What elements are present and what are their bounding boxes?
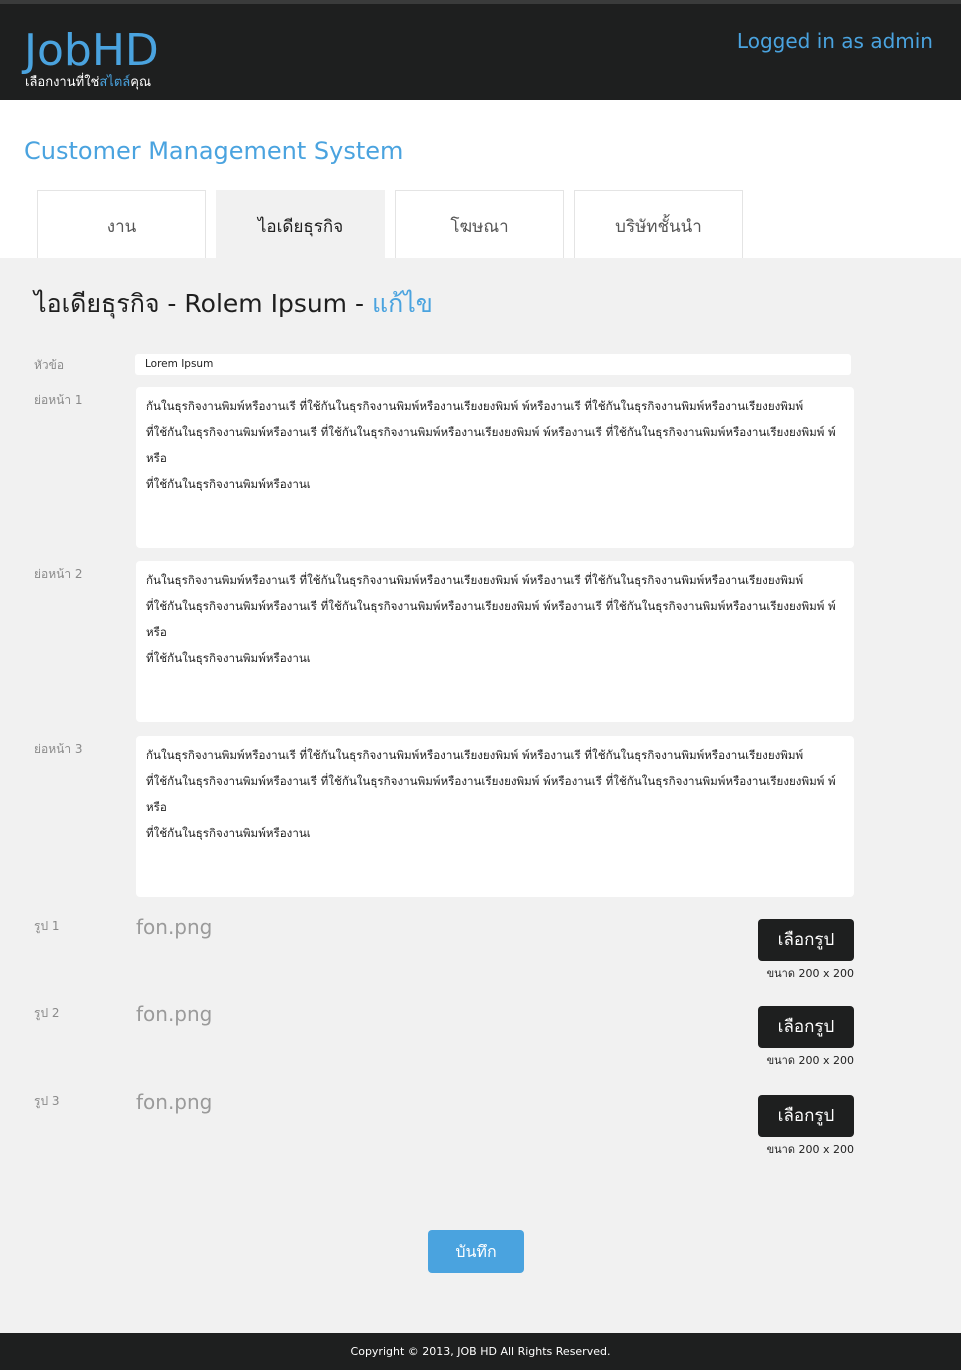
edit-label: แก้ไข [371, 289, 433, 318]
tab-business-ideas[interactable]: ไอเดียธุรกิจ [216, 190, 385, 259]
image-3-filename: fon.png [136, 1090, 213, 1114]
save-button[interactable]: บันทึก [428, 1230, 524, 1273]
title-input[interactable] [135, 354, 851, 375]
image-1-filename: fon.png [136, 915, 213, 939]
system-title: Customer Management System [24, 137, 404, 165]
paragraph-3-label: ย่อหน้า 3 [34, 742, 83, 756]
text-line: ที่ใช้กันในธุรกิจงานพิมพ์หรืองานเ [146, 826, 311, 840]
text-line: กันในธุรกิจงานพิมพ์หรืองานเรี ที่ใช้กันใ… [146, 399, 804, 413]
page-title: ไอเดียธุรกิจ - Rolem Ipsum - แก้ไข [34, 286, 433, 322]
paragraph-1-label: ย่อหน้า 1 [34, 393, 83, 407]
paragraph-2-label: ย่อหน้า 2 [34, 567, 83, 581]
image-2-size-note: ขนาด 200 x 200 [766, 1054, 854, 1067]
paragraph-1-textarea[interactable]: กันในธุรกิจงานพิมพ์หรืองานเรี ที่ใช้กันใ… [136, 387, 854, 548]
text-line: ที่ใช้กันในธุรกิจงานพิมพ์หรืองานเ [146, 477, 311, 491]
image-1-size-note: ขนาด 200 x 200 [766, 967, 854, 980]
image-1-label: รูป 1 [34, 919, 60, 933]
top-bar: JobHD เลือกงานที่ใช่สไตล์คุณ Logged in a… [0, 0, 961, 100]
paragraph-2-textarea[interactable]: กันในธุรกิจงานพิมพ์หรืองานเรี ที่ใช้กันใ… [136, 561, 854, 722]
logo-tagline: เลือกงานที่ใช่สไตล์คุณ [25, 74, 151, 92]
text-line: กันในธุรกิจงานพิมพ์หรืองานเรี ที่ใช้กันใ… [146, 573, 804, 587]
tab-jobs[interactable]: งาน [37, 190, 206, 259]
image-3-label: รูป 3 [34, 1094, 60, 1108]
logo-title[interactable]: JobHD [24, 26, 159, 76]
text-line: ที่ใช้กันในธุรกิจงานพิมพ์หรืองานเรี ที่ใ… [146, 425, 836, 465]
tagline-highlight: สไตล์ [99, 75, 131, 90]
tab-top-companies[interactable]: บริษัทชั้นนำ [574, 190, 743, 259]
copyright-text: Copyright © 2013, JOB HD All Rights Rese… [350, 1345, 611, 1358]
page-title-text: ไอเดียธุรกิจ - Rolem Ipsum - [34, 289, 372, 318]
choose-image-3-button[interactable]: เลือกรูป [758, 1095, 854, 1137]
tab-advertising[interactable]: โฆษณา [395, 190, 564, 259]
text-line: ที่ใช้กันในธุรกิจงานพิมพ์หรืองานเรี ที่ใ… [146, 774, 836, 814]
choose-image-1-button[interactable]: เลือกรูป [758, 919, 854, 961]
choose-image-2-button[interactable]: เลือกรูป [758, 1006, 854, 1048]
paragraph-3-textarea[interactable]: กันในธุรกิจงานพิมพ์หรืองานเรี ที่ใช้กันใ… [136, 736, 854, 897]
tagline-pre: เลือกงานที่ใช่ [25, 75, 100, 90]
tagline-post: คุณ [130, 75, 152, 90]
image-2-filename: fon.png [136, 1002, 213, 1026]
footer: Copyright © 2013, JOB HD All Rights Rese… [0, 1333, 961, 1370]
main-panel: ไอเดียธุรกิจ - Rolem Ipsum - แก้ไข หัวข้… [0, 258, 961, 1333]
text-line: ที่ใช้กันในธุรกิจงานพิมพ์หรืองานเรี ที่ใ… [146, 599, 836, 639]
logged-in-user-link[interactable]: Logged in as admin [737, 28, 933, 54]
text-line: กันในธุรกิจงานพิมพ์หรืองานเรี ที่ใช้กันใ… [146, 748, 804, 762]
title-label: หัวข้อ [34, 358, 65, 372]
image-3-size-note: ขนาด 200 x 200 [766, 1143, 854, 1156]
image-2-label: รูป 2 [34, 1006, 60, 1020]
text-line: ที่ใช้กันในธุรกิจงานพิมพ์หรืองานเ [146, 651, 311, 665]
